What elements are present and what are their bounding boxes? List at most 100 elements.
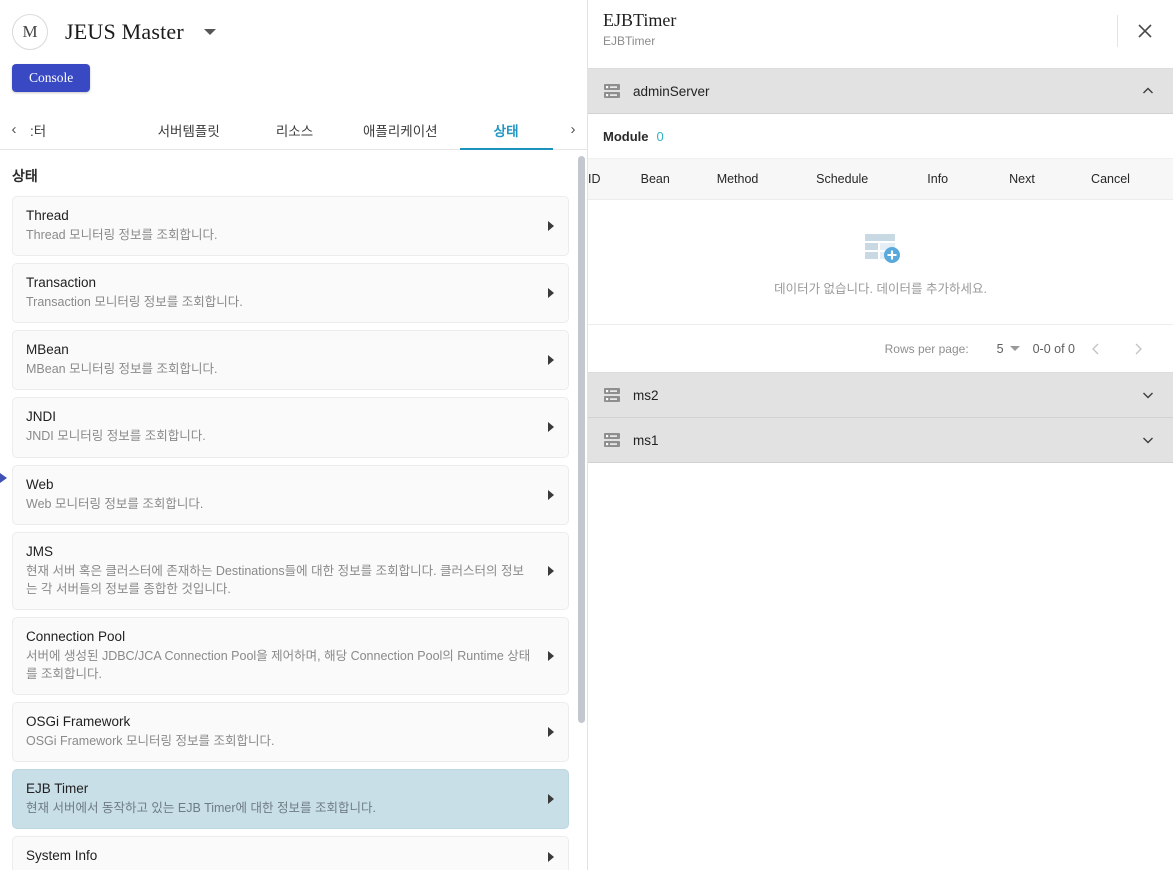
module-count-badge: 0 <box>656 128 664 144</box>
table-header: ID Bean Method Schedule Info Next Cancel <box>588 159 1173 200</box>
empty-state-text: 데이터가 없습니다. 데이터를 추가하세요. <box>774 281 987 296</box>
chevron-right-icon <box>548 489 554 500</box>
section-title: 상태 <box>12 168 38 184</box>
chevron-right-icon <box>548 422 554 433</box>
close-icon[interactable] <box>1117 8 1173 54</box>
pagination: Rows per page: 5 0-0 of 0 <box>588 325 1173 373</box>
list-item-desc: 현재 서버 혹은 클러스터에 존재하는 Destinations들에 대한 정보… <box>26 563 524 596</box>
chevron-down-icon <box>1009 346 1020 351</box>
left-scrollbar-thumb[interactable] <box>578 156 585 723</box>
list-item-title: Thread <box>26 208 69 223</box>
list-item-desc: MBean 모니터링 정보를 조회합니다. <box>26 362 218 377</box>
list-item-desc: JNDI 모니터링 정보를 조회합니다. <box>26 429 206 444</box>
server-icon <box>603 83 621 99</box>
list-item-title: Transaction <box>26 275 97 291</box>
chevron-right-icon <box>548 221 554 232</box>
tabs: :터 서버템플릿 리소스 애플리케이션 상태 <box>28 110 559 150</box>
list-item-title: MBean <box>26 342 69 358</box>
table-header-row: ID Bean Method Schedule Info Next Cancel <box>588 159 1173 200</box>
list-item-mbean[interactable]: MBean MBean 모니터링 정보를 조회합니다. <box>12 330 569 391</box>
list-item-desc: OSGi Framework 모니터링 정보를 조회합니다. <box>26 734 275 749</box>
server-name: ms2 <box>633 387 659 403</box>
pagination-next-button[interactable] <box>1117 329 1159 369</box>
column-header-id[interactable]: ID <box>588 159 641 200</box>
server-row-adminserver[interactable]: adminServer <box>588 69 1173 114</box>
column-header-method[interactable]: Method <box>716 159 817 200</box>
list-item-ejb-timer[interactable]: EJB Timer 현재 서버에서 동작하고 있는 EJB Timer에 대한 … <box>12 769 569 830</box>
list-item-transaction[interactable]: Transaction Transaction 모니터링 정보를 조회합니다. <box>12 263 569 324</box>
tab-server-template[interactable]: 서버템플릿 <box>136 110 242 150</box>
list-item-desc: 서버에 생성된 JDBC/JCA Connection Pool을 제어하며, … <box>26 648 531 681</box>
column-header-schedule[interactable]: Schedule <box>816 159 928 200</box>
tab-status[interactable]: 상태 <box>453 110 559 150</box>
server-icon <box>603 432 621 448</box>
server-row-ms1[interactable]: ms1 <box>588 418 1173 463</box>
list-item-jndi[interactable]: JNDI JNDI 모니터링 정보를 조회합니다. <box>12 397 569 458</box>
module-label: Module <box>603 128 649 144</box>
list-item-title: JNDI <box>26 409 56 425</box>
list-item-title: System Info <box>26 848 98 864</box>
chevron-down-icon <box>1141 433 1155 447</box>
edge-pointer-icon <box>0 473 7 483</box>
column-header-next[interactable]: Next <box>1009 159 1092 200</box>
panel-subtitle: EJBTimer <box>603 34 656 49</box>
list-item-desc: Web 모니터링 정보를 조회합니다. <box>26 496 204 511</box>
server-icon <box>603 387 621 403</box>
table-add-icon <box>858 228 904 269</box>
column-header-info[interactable]: Info <box>927 159 1010 200</box>
list-item-jms[interactable]: JMS 현재 서버 혹은 클러스터에 존재하는 Destinations들에 대… <box>12 531 569 610</box>
server-name: adminServer <box>633 83 710 99</box>
server-name: ms1 <box>633 432 659 448</box>
panel-title: EJBTimer <box>603 10 677 30</box>
column-header-bean[interactable]: Bean <box>640 159 717 200</box>
list-item-web[interactable]: Web Web 모니터링 정보를 조회합니다. <box>12 464 569 525</box>
app-root: M JEUS Master Console ‹ :터 서버템플릿 리소스 애플리… <box>0 0 1173 870</box>
tabs-prev-icon[interactable]: ‹ <box>0 110 28 150</box>
status-item-list: Thread Thread 모니터링 정보를 조회합니다. Transactio… <box>0 196 587 870</box>
list-item-title: OSGi Framework <box>26 714 131 730</box>
right-pane: EJBTimer EJBTimer adminServer Module 0 I… <box>588 0 1173 870</box>
chevron-up-icon <box>1141 84 1155 98</box>
server-group: adminServer Module 0 ID Bean Method Sche… <box>588 68 1173 463</box>
chevron-right-icon <box>548 565 554 576</box>
timer-table: ID Bean Method Schedule Info Next Cancel <box>588 159 1173 200</box>
chevron-down-icon <box>1141 388 1155 402</box>
chevron-right-icon <box>548 727 554 738</box>
list-item-title: JMS <box>26 543 53 559</box>
pagination-range: 0-0 of 0 <box>1032 341 1075 356</box>
chevron-down-icon[interactable] <box>203 29 216 35</box>
pagination-prev-button[interactable] <box>1075 329 1117 369</box>
chevron-right-icon <box>548 288 554 299</box>
list-item-system-info[interactable]: System Info <box>12 836 569 870</box>
tab-resources[interactable]: 리소스 <box>242 110 348 150</box>
list-item-title: EJB Timer <box>26 781 89 797</box>
empty-state: 데이터가 없습니다. 데이터를 추가하세요. <box>588 200 1173 325</box>
tabs-next-icon[interactable]: › <box>559 110 587 150</box>
list-item-desc: Thread 모니터링 정보를 조회합니다. <box>26 228 218 242</box>
tab-applications[interactable]: 애플리케이션 <box>347 110 453 150</box>
list-item-title: Web <box>26 476 54 492</box>
list-item-desc: 현재 서버에서 동작하고 있는 EJB Timer에 대한 정보를 조회합니다. <box>26 801 376 816</box>
brand-row: M JEUS Master <box>0 0 587 50</box>
page-title: JEUS Master <box>65 19 184 44</box>
chevron-right-icon <box>548 852 554 863</box>
column-header-cancel[interactable]: Cancel <box>1091 159 1173 200</box>
console-button[interactable]: Console <box>12 64 91 92</box>
list-item-desc: Transaction 모니터링 정보를 조회합니다. <box>26 295 243 310</box>
chevron-right-icon <box>548 794 554 805</box>
server-row-ms2[interactable]: ms2 <box>588 373 1173 418</box>
chevron-right-icon <box>548 651 554 661</box>
tab-cluster[interactable]: :터 <box>28 110 136 150</box>
module-bar: Module 0 <box>588 114 1173 159</box>
rows-per-page-select[interactable]: 5 <box>997 342 1020 356</box>
right-pane-filler <box>588 463 1173 870</box>
chevron-right-icon <box>548 355 554 366</box>
tab-bar: ‹ :터 서버템플릿 리소스 애플리케이션 상태 › <box>0 110 587 150</box>
panel-header: EJBTimer EJBTimer <box>588 0 1173 68</box>
list-item-connection-pool[interactable]: Connection Pool 서버에 생성된 JDBC/JCA Connect… <box>12 616 569 696</box>
left-pane: M JEUS Master Console ‹ :터 서버템플릿 리소스 애플리… <box>0 0 588 870</box>
list-item-thread[interactable]: Thread Thread 모니터링 정보를 조회합니다. <box>12 196 569 257</box>
list-item-osgi-framework[interactable]: OSGi Framework OSGi Framework 모니터링 정보를 조… <box>12 702 569 763</box>
list-item-title: Connection Pool <box>26 628 126 644</box>
rows-per-page-value: 5 <box>996 341 1004 356</box>
